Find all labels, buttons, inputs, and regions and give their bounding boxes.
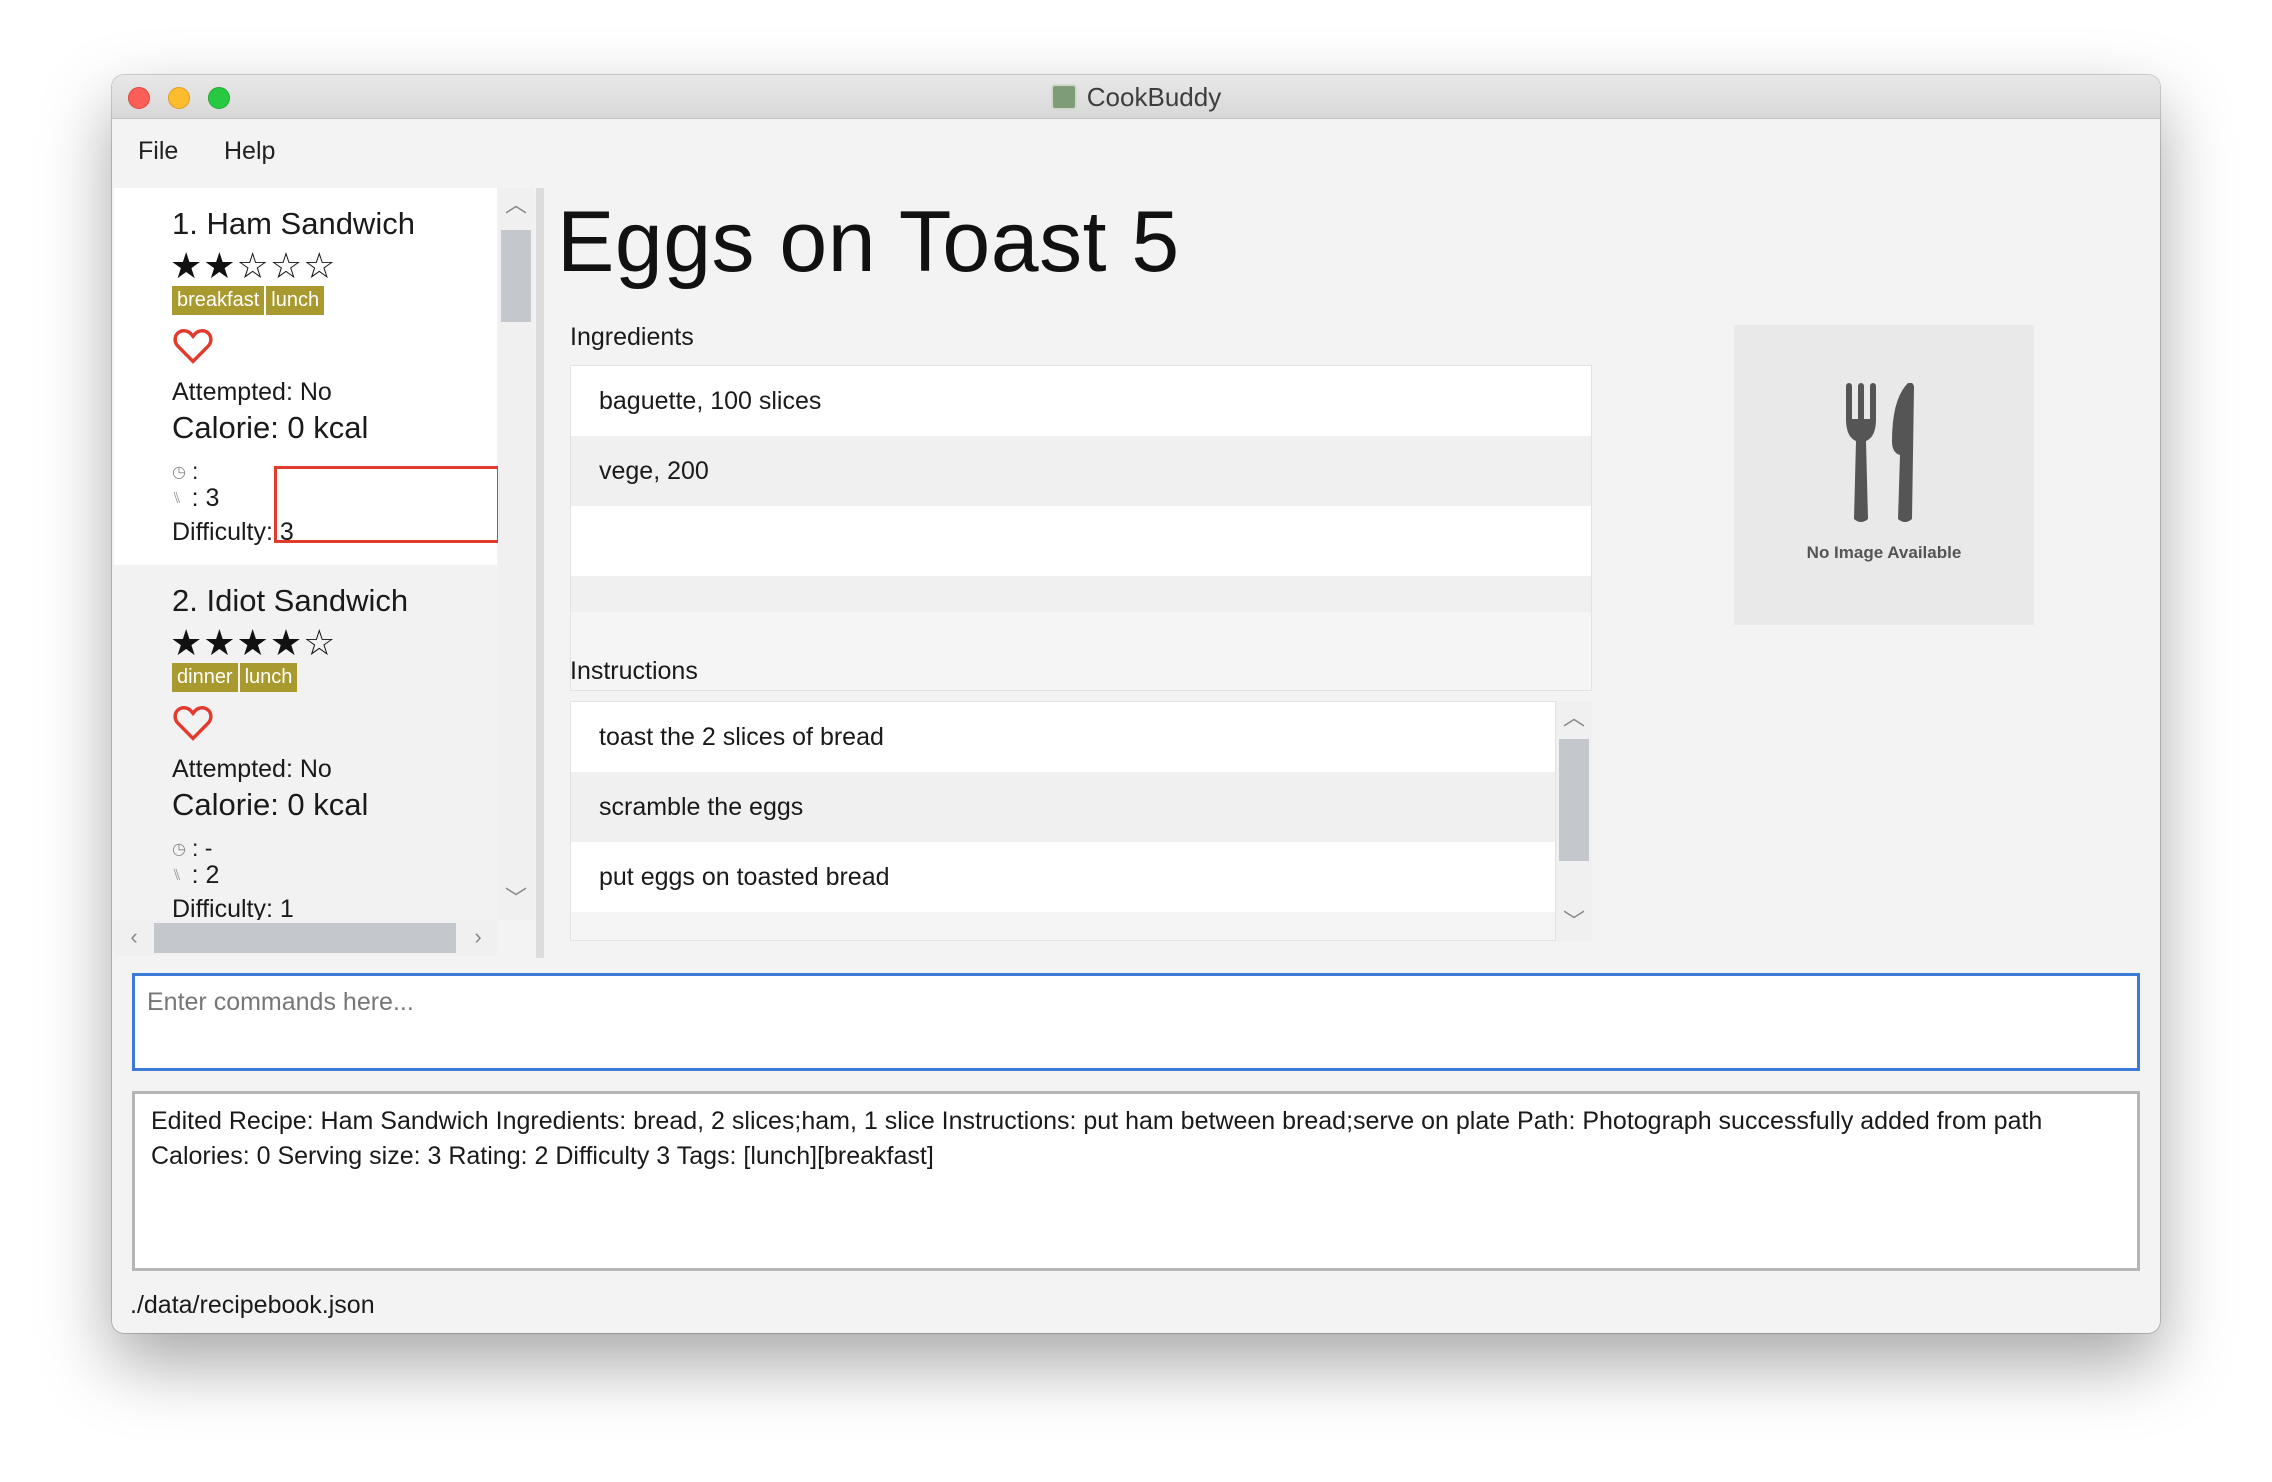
attempted-status: Attempted: No: [172, 755, 332, 783]
utensils-icon: ⑊: [172, 866, 182, 884]
window-title: CookBuddy: [1086, 81, 1222, 112]
recipe-detail-title: Eggs on Toast 5: [557, 194, 1180, 290]
recipe-list-horizontal-scrollbar[interactable]: ‹ ›: [114, 920, 497, 956]
command-box[interactable]: [132, 973, 2140, 1071]
scroll-up-icon[interactable]: ︿: [1556, 707, 1592, 729]
serving-size: ⑊ : 2: [172, 861, 219, 890]
scrollbar-thumb[interactable]: [1559, 739, 1589, 861]
heart-icon: [172, 326, 214, 369]
tag-lunch: lunch: [239, 663, 298, 692]
star-rating-icon: ★★★★☆: [170, 622, 337, 663]
menu-file[interactable]: File: [138, 137, 178, 166]
fork-knife-icon: [1846, 383, 1914, 522]
utensils-icon: ⑊: [172, 489, 182, 507]
instructions-scrollbar[interactable]: ︿ ﹀: [1556, 701, 1592, 941]
scroll-down-icon[interactable]: ﹀: [1556, 911, 1592, 933]
ingredients-list[interactable]: baguette, 100 slices vege, 200: [570, 365, 1592, 691]
heart-icon: [172, 703, 214, 746]
instruction-item[interactable]: toast the 2 slices of bread: [571, 702, 1555, 772]
recipe-list[interactable]: 1. Ham Sandwich ★★☆☆☆ breakfast lunch At…: [114, 188, 497, 920]
menu-bar: File Help: [112, 119, 2160, 183]
tag-dinner: dinner: [172, 663, 238, 692]
serving-size: ⑊ : 3: [172, 484, 219, 513]
prep-time: ◷ : -: [172, 835, 212, 862]
instruction-item[interactable]: scramble the eggs: [571, 772, 1555, 842]
tag-list: dinner lunch: [172, 663, 298, 692]
scrollbar-thumb[interactable]: [501, 230, 531, 322]
attempted-status: Attempted: No: [172, 378, 332, 406]
recipe-list-vertical-scrollbar[interactable]: ︿ ﹀: [498, 188, 534, 920]
recipe-name: 1. Ham Sandwich: [172, 206, 415, 241]
app-window: CookBuddy File Help 1. Ham Sandwich ★★☆☆…: [112, 75, 2160, 1333]
tag-breakfast: breakfast: [172, 286, 265, 315]
instruction-item[interactable]: put eggs on toasted bread: [571, 842, 1555, 912]
prep-time-value: :: [191, 458, 199, 484]
clock-icon: ◷: [172, 463, 186, 481]
prep-time: ◷ :: [172, 458, 198, 485]
recipe-name: 2. Idiot Sandwich: [172, 583, 409, 618]
no-image-label: No Image Available: [1806, 543, 1962, 562]
instructions-label: Instructions: [570, 657, 698, 685]
panel-divider[interactable]: [536, 188, 544, 958]
scrollbar-thumb[interactable]: [154, 923, 456, 953]
scroll-up-icon[interactable]: ︿: [498, 194, 534, 216]
recipe-card-2[interactable]: 2. Idiot Sandwich ★★★★☆ dinner lunch Att…: [114, 565, 497, 920]
ingredient-empty-row: [571, 576, 1591, 612]
app-icon: [1050, 84, 1077, 110]
ingredients-label: Ingredients: [570, 323, 694, 351]
difficulty-value: Difficulty: 1: [172, 895, 294, 920]
tag-lunch: lunch: [266, 286, 325, 315]
prep-time-value: : -: [191, 835, 213, 861]
command-input[interactable]: [147, 984, 2127, 1020]
clock-icon: ◷: [172, 840, 186, 858]
recipe-image-placeholder: No Image Available: [1734, 325, 2034, 625]
status-bar-file-path: ./data/recipebook.json: [130, 1291, 375, 1319]
calorie-highlight-box: [274, 466, 500, 543]
tag-list: breakfast lunch: [172, 286, 325, 315]
star-rating-icon: ★★☆☆☆: [170, 245, 337, 286]
ingredient-item[interactable]: vege, 200: [571, 436, 1591, 506]
scroll-right-icon[interactable]: ›: [458, 926, 498, 948]
serving-size-value: : 2: [191, 861, 220, 889]
scroll-left-icon[interactable]: ‹: [114, 926, 154, 948]
instructions-list[interactable]: toast the 2 slices of bread scramble the…: [570, 701, 1556, 941]
calorie-value: Calorie: 0 kcal: [172, 410, 369, 445]
ingredient-empty-row: [571, 506, 1591, 576]
result-display: Edited Recipe: Ham Sandwich Ingredients:…: [132, 1091, 2140, 1271]
scroll-down-icon[interactable]: ﹀: [498, 888, 534, 910]
serving-size-value: : 3: [191, 484, 220, 512]
menu-help[interactable]: Help: [224, 137, 275, 166]
title-bar[interactable]: CookBuddy: [112, 75, 2160, 119]
ingredient-item[interactable]: baguette, 100 slices: [571, 366, 1591, 436]
calorie-value: Calorie: 0 kcal: [172, 787, 369, 822]
